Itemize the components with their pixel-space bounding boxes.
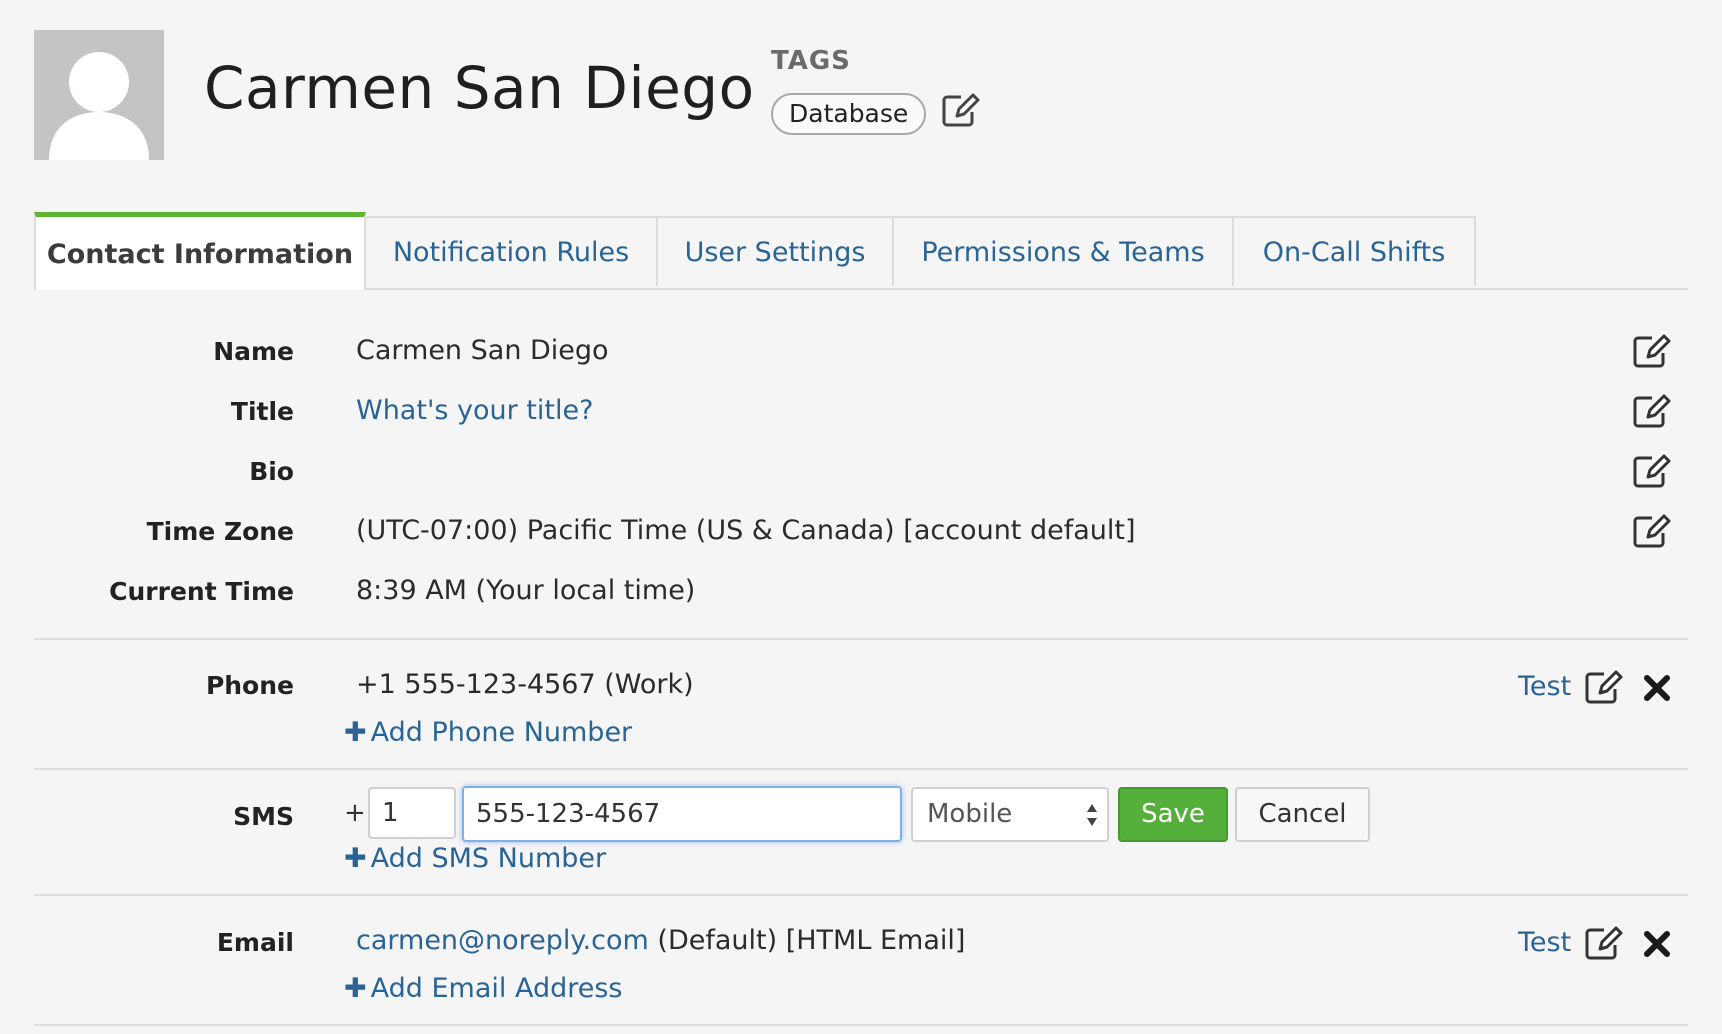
current-time-label: Current Time — [109, 577, 294, 606]
phone-value: +1 555-123-4567 (Work) — [356, 669, 694, 700]
section-divider — [34, 1024, 1688, 1026]
timezone-value: (UTC-07:00) Pacific Time (US & Canada) [… — [356, 515, 1136, 546]
add-phone-number-label: Add Phone Number — [370, 717, 633, 748]
name-label: Name — [213, 337, 294, 366]
edit-title-icon[interactable] — [1632, 393, 1672, 429]
sms-plus-sign: + — [344, 798, 366, 828]
user-name-heading: Carmen San Diego — [204, 54, 755, 122]
edit-email-icon[interactable] — [1584, 925, 1624, 961]
edit-tags-icon[interactable] — [941, 92, 981, 128]
tab-user-settings[interactable]: User Settings — [656, 216, 894, 286]
select-arrows-icon — [1087, 804, 1097, 826]
email-value: carmen@noreply.com (Default) [HTML Email… — [356, 925, 965, 956]
add-email-address-link[interactable]: ✚ Add Email Address — [344, 973, 623, 1004]
tab-permissions-teams[interactable]: Permissions & Teams — [892, 216, 1234, 286]
delete-email-icon[interactable] — [1642, 929, 1672, 959]
test-phone-link[interactable]: Test — [1518, 671, 1571, 702]
email-label: Email — [216, 928, 294, 957]
current-time-value: 8:39 AM (Your local time) — [356, 575, 696, 606]
tab-on-call-shifts[interactable]: On-Call Shifts — [1232, 216, 1476, 286]
timezone-label: Time Zone — [146, 517, 294, 546]
sms-type-selected: Mobile — [927, 799, 1013, 829]
plus-icon: ✚ — [344, 843, 367, 874]
email-suffix: (Default) [HTML Email] — [657, 925, 966, 956]
tab-notification-rules[interactable]: Notification Rules — [364, 216, 658, 286]
add-sms-number-label: Add SMS Number — [370, 843, 607, 874]
delete-phone-icon[interactable] — [1642, 673, 1672, 703]
avatar — [34, 30, 164, 160]
add-email-address-label: Add Email Address — [370, 973, 623, 1004]
edit-timezone-icon[interactable] — [1632, 513, 1672, 549]
add-phone-number-link[interactable]: ✚ Add Phone Number — [344, 717, 632, 748]
cancel-sms-button[interactable]: Cancel — [1235, 787, 1370, 842]
profile-tabs: Contact Information Notification Rules U… — [34, 212, 1688, 290]
bio-label: Bio — [249, 457, 294, 486]
section-divider — [34, 894, 1688, 896]
test-email-link[interactable]: Test — [1518, 927, 1571, 958]
section-divider — [34, 638, 1688, 640]
add-sms-number-link[interactable]: ✚ Add SMS Number — [344, 843, 606, 874]
name-value: Carmen San Diego — [356, 335, 609, 366]
edit-bio-icon[interactable] — [1632, 453, 1672, 489]
email-address-link[interactable]: carmen@noreply.com — [356, 925, 649, 956]
save-sms-button[interactable]: Save — [1118, 787, 1228, 842]
avatar-silhouette-icon — [49, 52, 149, 160]
plus-icon: ✚ — [344, 973, 367, 1004]
section-divider — [34, 768, 1688, 770]
tab-contact-information[interactable]: Contact Information — [34, 212, 366, 290]
plus-icon: ✚ — [344, 717, 367, 748]
sms-type-select[interactable]: Mobile — [911, 787, 1109, 842]
edit-phone-icon[interactable] — [1584, 669, 1624, 705]
title-placeholder-link[interactable]: What's your title? — [356, 395, 593, 426]
title-label: Title — [230, 397, 294, 426]
tags-label: TAGS — [771, 46, 851, 76]
sms-country-code-input[interactable] — [368, 787, 456, 839]
phone-label: Phone — [205, 671, 294, 700]
sms-label: SMS — [233, 802, 294, 831]
sms-number-input[interactable] — [462, 786, 902, 842]
edit-name-icon[interactable] — [1632, 333, 1672, 369]
tag-database[interactable]: Database — [771, 93, 927, 135]
